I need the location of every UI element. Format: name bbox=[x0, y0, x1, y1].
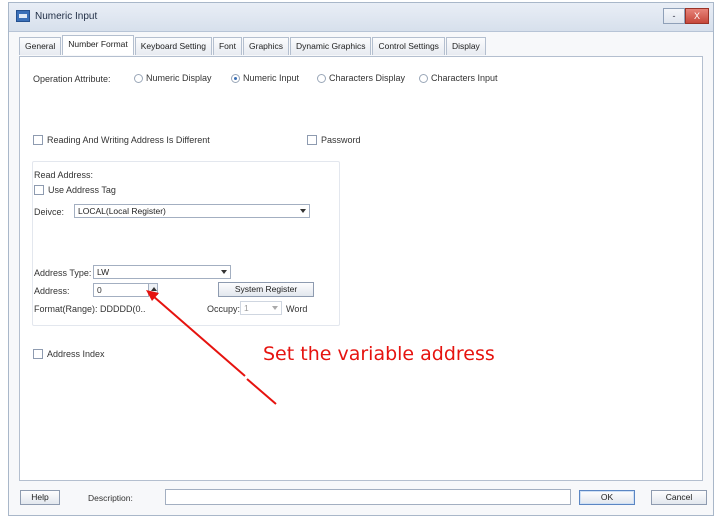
annotation-arrow-icon bbox=[146, 290, 277, 405]
